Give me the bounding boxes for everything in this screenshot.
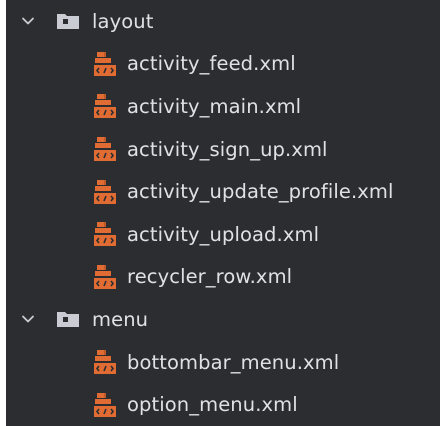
file-label: recycler_row.xml <box>127 265 293 289</box>
file-row[interactable]: option_menu.xml <box>6 383 440 426</box>
xml-file-icon <box>93 93 117 119</box>
file-label: option_menu.xml <box>127 393 298 417</box>
xml-file-icon <box>93 51 117 77</box>
file-row[interactable]: activity_update_profile.xml <box>6 170 440 213</box>
folder-row-layout[interactable]: layout <box>6 0 440 43</box>
xml-file-icon <box>93 349 117 375</box>
file-label: activity_feed.xml <box>127 52 296 76</box>
xml-file-icon <box>93 179 117 205</box>
file-row[interactable]: activity_main.xml <box>6 85 440 128</box>
xml-file-icon <box>93 136 117 162</box>
project-tree: layout activity_feed.xml activity_main.x <box>6 0 440 426</box>
folder-row-menu[interactable]: menu <box>6 298 440 341</box>
chevron-down-icon[interactable] <box>20 13 36 29</box>
folder-label: menu <box>92 307 149 331</box>
file-label: activity_upload.xml <box>127 222 320 246</box>
file-row[interactable]: activity_feed.xml <box>6 43 440 86</box>
file-label: activity_update_profile.xml <box>127 180 394 204</box>
chevron-down-icon[interactable] <box>20 311 36 327</box>
xml-file-icon <box>93 392 117 418</box>
file-row[interactable]: activity_upload.xml <box>6 213 440 256</box>
xml-file-icon <box>93 221 117 247</box>
xml-file-icon <box>93 264 117 290</box>
file-label: activity_main.xml <box>127 94 302 118</box>
file-label: bottombar_menu.xml <box>127 350 340 374</box>
file-row[interactable]: activity_sign_up.xml <box>6 128 440 171</box>
folder-icon <box>56 310 80 328</box>
file-label: activity_sign_up.xml <box>127 137 328 161</box>
folder-icon <box>56 12 80 30</box>
file-row[interactable]: recycler_row.xml <box>6 256 440 299</box>
file-row[interactable]: bottombar_menu.xml <box>6 341 440 384</box>
folder-label: layout <box>92 9 154 33</box>
